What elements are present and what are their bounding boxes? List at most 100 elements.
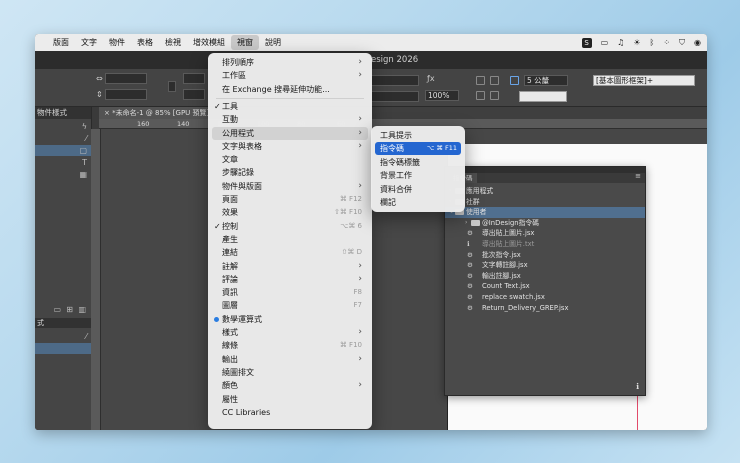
stroke-weight-field[interactable]: 5 公釐 bbox=[524, 75, 568, 86]
dots-icon[interactable]: ⁘ bbox=[663, 38, 670, 47]
menu-2[interactable]: 物件 bbox=[103, 35, 131, 50]
utilities-item[interactable]: 指令碼標籤 bbox=[375, 156, 461, 169]
script-folder-row[interactable]: ⌄使用者 bbox=[445, 207, 645, 218]
utilities-item[interactable]: 指令碼 ⌥ ⌘ F11 bbox=[375, 142, 461, 156]
utilities-item[interactable]: 資料合併 bbox=[375, 183, 461, 196]
window-menu-item[interactable]: 輸出 › bbox=[212, 353, 368, 366]
stroke-style-field[interactable] bbox=[371, 75, 419, 86]
frame-style-select[interactable]: [基本圖形框架]+ bbox=[593, 75, 695, 86]
utilities-item[interactable]: 工具提示 bbox=[375, 129, 461, 142]
menu-item-label: 指令碼 bbox=[380, 144, 404, 154]
stroke-color-field[interactable] bbox=[371, 91, 419, 102]
style-row[interactable]: T bbox=[35, 157, 91, 168]
menu-item-label: 輸出 bbox=[222, 354, 238, 364]
window-menu-item[interactable]: ✓ 控制 ⌥⌘ 6 bbox=[212, 220, 368, 233]
x-field[interactable] bbox=[105, 73, 147, 84]
window-menu-item[interactable]: 線條 ⌘ F10 bbox=[212, 339, 368, 352]
y-field[interactable] bbox=[105, 89, 147, 100]
ruler-tick: 160 bbox=[137, 120, 150, 128]
window-menu-item[interactable]: 步驟記錄 bbox=[212, 166, 368, 179]
align-top-icon[interactable] bbox=[476, 91, 485, 100]
panel-menu-icon[interactable]: ≡ bbox=[635, 172, 641, 180]
style-row-selected[interactable] bbox=[35, 343, 91, 354]
constrain-proportions-icon[interactable] bbox=[168, 81, 176, 92]
stroke-type-field[interactable] bbox=[519, 91, 567, 102]
shield-icon[interactable]: ⛉ bbox=[679, 38, 685, 48]
window-menu-item[interactable]: ✓ 工具 bbox=[212, 100, 368, 113]
menu-6[interactable]: 視窗 bbox=[231, 35, 259, 50]
s-badge-icon[interactable]: S bbox=[581, 37, 592, 48]
menu-1[interactable]: 文字 bbox=[75, 35, 103, 50]
window-menu-item[interactable]: 效果 ⇧⌘ F10 bbox=[212, 206, 368, 219]
menu-3[interactable]: 表格 bbox=[131, 35, 159, 50]
chevron-right-icon: › bbox=[358, 273, 362, 284]
sun-icon[interactable]: ☀ bbox=[633, 38, 640, 47]
new-style-icon[interactable]: ⊞ bbox=[66, 305, 73, 314]
window-menu-item[interactable]: 工作區 › bbox=[212, 69, 368, 82]
script-folder-row[interactable]: ›社群 bbox=[445, 197, 645, 208]
align-middle-icon[interactable] bbox=[490, 91, 499, 100]
menu-0[interactable]: 版面 bbox=[47, 35, 75, 50]
window-menu-item[interactable]: 文章 bbox=[212, 153, 368, 166]
align-left-icon[interactable] bbox=[476, 76, 485, 85]
menu-shortcut: ⌘ F10 bbox=[339, 341, 362, 350]
script-row[interactable]: ⚙ Count Text.jsx bbox=[445, 281, 645, 292]
menu-5[interactable]: 增效模組 bbox=[187, 35, 231, 50]
script-row[interactable]: ⚙ 輸出註腳.jsx bbox=[445, 271, 645, 282]
style-row[interactable]: ▦ bbox=[35, 169, 91, 180]
window-menu-item[interactable]: 物件與版面 › bbox=[212, 180, 368, 193]
window-menu-item[interactable]: 評論 › bbox=[212, 273, 368, 286]
eye-icon[interactable]: ◉ bbox=[694, 38, 701, 47]
bell-icon[interactable]: ♫ bbox=[617, 38, 624, 47]
utilities-item[interactable]: 背景工作 bbox=[375, 169, 461, 182]
script-row[interactable]: ⚙ 導出貼上圖片.jsx bbox=[445, 228, 645, 239]
window-menu-item[interactable]: 公用程式 › bbox=[212, 126, 368, 140]
script-row[interactable]: ℹ 導出貼上圖片.txt bbox=[445, 239, 645, 250]
script-row[interactable]: ⚙ 文字轉註腳.jsx bbox=[445, 260, 645, 271]
window-menu-item[interactable]: 文字與表格 › bbox=[212, 140, 368, 153]
disclosure-icon[interactable]: › bbox=[465, 218, 467, 229]
window-menu-item[interactable]: 數學運算式 bbox=[212, 313, 368, 326]
menu-item-label: 資訊 bbox=[222, 288, 238, 298]
bluetooth-icon[interactable]: ᛒ bbox=[650, 38, 655, 47]
window-menu-item[interactable]: CC Libraries bbox=[212, 406, 368, 419]
window-menu-item[interactable]: 連結 ⇧⌘ D bbox=[212, 246, 368, 259]
screen-icon[interactable]: ▭ bbox=[601, 38, 609, 47]
window-menu-item[interactable]: 在 Exchange 搜尋延伸功能... bbox=[212, 83, 368, 96]
window-menu-item[interactable]: 樣式 › bbox=[212, 326, 368, 339]
utilities-item[interactable]: 欄記 bbox=[375, 196, 461, 209]
script-folder-row[interactable]: ›應用程式 bbox=[445, 186, 645, 197]
script-row[interactable]: ⚙ Return_Delivery_GREP.jsx bbox=[445, 303, 645, 314]
scale-x-field[interactable] bbox=[183, 73, 205, 84]
info-icon[interactable]: ℹ bbox=[636, 382, 639, 391]
window-menu-item[interactable]: 資訊 F8 bbox=[212, 286, 368, 299]
trash-icon[interactable]: ▥ bbox=[78, 305, 86, 314]
script-row[interactable]: ⚙ 批次指令.jsx bbox=[445, 250, 645, 261]
window-menu-item[interactable]: 繞圖排文 bbox=[212, 366, 368, 379]
style-row[interactable]: ⁄ bbox=[35, 331, 91, 342]
align-center-icon[interactable] bbox=[490, 76, 499, 85]
style-row[interactable]: ⁄ bbox=[35, 133, 91, 144]
menu-4[interactable]: 檢視 bbox=[159, 35, 187, 50]
window-menu-item[interactable]: 屬性 bbox=[212, 393, 368, 406]
chevron-right-icon: › bbox=[358, 114, 362, 125]
scale-y-field[interactable] bbox=[183, 89, 205, 100]
window-menu-item[interactable]: 互動 › bbox=[212, 113, 368, 126]
window-menu-item[interactable]: 產生 bbox=[212, 233, 368, 246]
window-menu-item[interactable]: 頁面 ⌘ F12 bbox=[212, 193, 368, 206]
menu-7[interactable]: 說明 bbox=[259, 35, 287, 50]
app-window: 版面 文字 物件 表格 檢視 增效模組 視窗 說明 S ▭ ♫ ☀ ᛒ ⁘ ⛉ ◉ esign… bbox=[35, 34, 707, 430]
window-menu-item[interactable]: 圖層 F7 bbox=[212, 299, 368, 312]
window-menu-item[interactable]: 排列順序 › bbox=[212, 56, 368, 69]
style-row[interactable]: ϟ bbox=[35, 121, 91, 132]
fx-icon[interactable]: ƒx bbox=[427, 74, 435, 84]
window-menu-item[interactable]: 註解 › bbox=[212, 260, 368, 273]
menu-item-label: 連結 bbox=[222, 248, 238, 258]
window-menu-item[interactable]: 顏色 › bbox=[212, 379, 368, 392]
style-row-selected[interactable]: ▢ bbox=[35, 145, 91, 156]
folder-icon[interactable]: ▭ bbox=[53, 305, 61, 314]
script-folder-row[interactable]: › @InDesign指令碼 bbox=[445, 218, 645, 229]
stroke-weight-icon[interactable] bbox=[510, 76, 519, 85]
script-row[interactable]: ⚙ replace swatch.jsx bbox=[445, 292, 645, 303]
opacity-field[interactable]: 100% bbox=[425, 90, 459, 101]
